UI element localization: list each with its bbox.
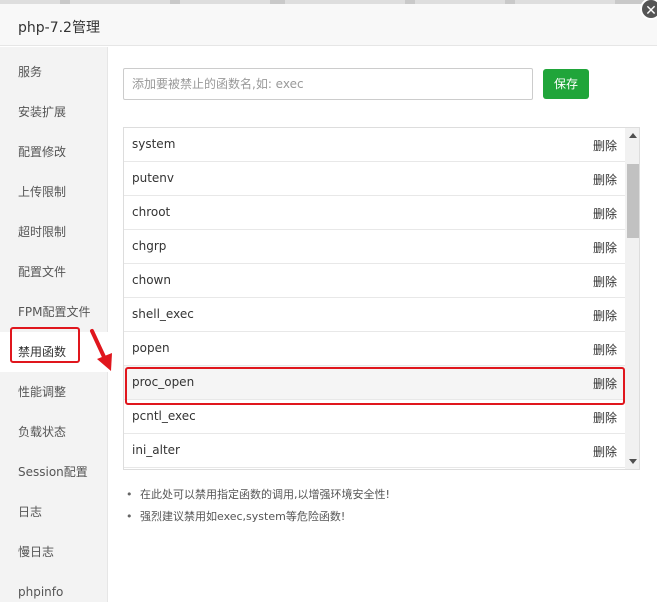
function-row: chroot 删除 [124, 196, 625, 230]
help-note: 强烈建议禁用如exec,system等危险函数! [126, 509, 390, 531]
function-name: pcntl_exec [132, 409, 196, 423]
function-row: pcntl_exec 删除 [124, 400, 625, 434]
disabled-function-list: system 删除 putenv 删除 chroot 删除 chgrp 删除 c… [123, 127, 640, 470]
function-row: ini_alter 删除 [124, 434, 625, 468]
function-row: system 删除 [124, 128, 625, 162]
save-button[interactable]: 保存 [543, 69, 589, 99]
function-row: putenv 删除 [124, 162, 625, 196]
function-name-input[interactable] [123, 68, 533, 100]
delete-link[interactable]: 删除 [593, 171, 617, 188]
dialog-title: php-7.2管理 [18, 20, 100, 36]
function-row: chgrp 删除 [124, 230, 625, 264]
help-notes: 在此处可以禁用指定函数的调用,以增强环境安全性! 强烈建议禁用如exec,sys… [126, 487, 390, 531]
sidebar-item-log[interactable]: 日志 [0, 492, 108, 532]
function-name: shell_exec [132, 307, 194, 321]
disabled-functions-panel: 保存 system 删除 putenv 删除 chroot 删除 chgrp 删… [108, 47, 657, 602]
sidebar-item-service[interactable]: 服务 [0, 52, 108, 92]
annotation-box-sidebar [10, 327, 80, 363]
sidebar-item-phpinfo[interactable]: phpinfo [0, 572, 108, 602]
delete-link[interactable]: 删除 [593, 443, 617, 460]
function-name: ini_alter [132, 443, 180, 457]
sidebar-item-performance[interactable]: 性能调整 [0, 372, 108, 412]
annotation-arrow-icon [90, 329, 112, 371]
delete-link[interactable]: 删除 [593, 409, 617, 426]
scroll-down-icon[interactable] [629, 459, 637, 464]
help-note: 在此处可以禁用指定函数的调用,以增强环境安全性! [126, 487, 390, 509]
scroll-thumb[interactable] [627, 164, 639, 238]
delete-link[interactable]: 删除 [593, 307, 617, 324]
sidebar-item-install-extension[interactable]: 安装扩展 [0, 92, 108, 132]
sidebar-item-config-edit[interactable]: 配置修改 [0, 132, 108, 172]
function-row: shell_exec 删除 [124, 298, 625, 332]
delete-link[interactable]: 删除 [593, 239, 617, 256]
sidebar-item-timeout-limit[interactable]: 超时限制 [0, 212, 108, 252]
function-name: popen [132, 341, 170, 355]
list-scrollbar[interactable] [625, 128, 639, 469]
close-icon[interactable]: ✕ [640, 0, 657, 20]
annotation-box-row [125, 367, 625, 405]
delete-link[interactable]: 删除 [593, 137, 617, 154]
function-name: chown [132, 273, 171, 287]
scroll-up-icon[interactable] [629, 133, 637, 138]
sidebar-item-upload-limit[interactable]: 上传限制 [0, 172, 108, 212]
function-row: popen 删除 [124, 332, 625, 366]
sidebar-item-session-config[interactable]: Session配置 [0, 452, 108, 492]
function-row: chown 删除 [124, 264, 625, 298]
sidebar-item-slow-log[interactable]: 慢日志 [0, 532, 108, 572]
sidebar-item-load-status[interactable]: 负载状态 [0, 412, 108, 452]
sidebar-item-config-file[interactable]: 配置文件 [0, 252, 108, 292]
delete-link[interactable]: 删除 [593, 341, 617, 358]
function-name: system [132, 137, 176, 151]
php-manager-dialog: php-7.2管理 ✕ 服务 安装扩展 配置修改 上传限制 超时限制 配置文件 … [0, 0, 657, 602]
delete-link[interactable]: 删除 [593, 205, 617, 222]
function-name: chroot [132, 205, 171, 219]
dialog-titlebar: php-7.2管理 [0, 4, 657, 46]
function-name: putenv [132, 171, 175, 185]
function-name: chgrp [132, 239, 167, 253]
delete-link[interactable]: 删除 [593, 273, 617, 290]
